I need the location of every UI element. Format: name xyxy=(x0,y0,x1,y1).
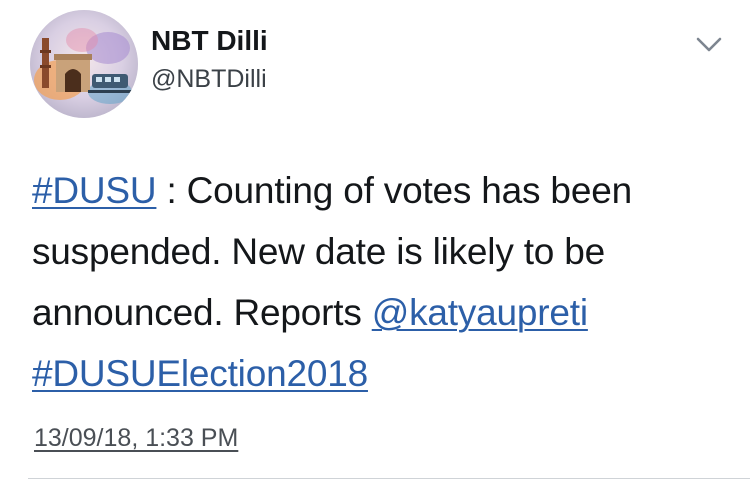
tweet-line-3: announced. Reports @katyaupreti xyxy=(32,282,732,343)
tweet-line-2: suspended. New date is likely to be xyxy=(32,231,606,272)
tweet-line-4: #DUSUElection2018 xyxy=(32,343,732,404)
divider xyxy=(28,478,750,479)
author-name[interactable]: NBT Dilli xyxy=(151,24,268,58)
india-gate-metro-icon xyxy=(30,10,138,118)
author-handle[interactable]: @NBTDilli xyxy=(151,64,267,94)
tweet-text-segment: announced. Reports xyxy=(32,292,372,333)
tweet-text-segment: : Counting of votes has been xyxy=(156,170,633,211)
tweet-card: NBT Dilli @NBTDilli #DUSU : Counting of … xyxy=(0,0,750,490)
tweet-body: #DUSU : Counting of votes has been suspe… xyxy=(32,160,732,404)
more-options-button[interactable] xyxy=(695,34,723,54)
tweet-line-1: #DUSU : Counting of votes has been xyxy=(32,160,732,221)
chevron-down-icon xyxy=(696,37,722,52)
hashtag-election-link[interactable]: #DUSUElection2018 xyxy=(32,353,368,394)
hashtag-dusu-link[interactable]: #DUSU xyxy=(32,170,157,211)
author-avatar[interactable] xyxy=(30,10,138,118)
tweet-timestamp[interactable]: 13/09/18, 1:33 PM xyxy=(34,422,238,454)
mention-link[interactable]: @katyaupreti xyxy=(372,292,588,333)
